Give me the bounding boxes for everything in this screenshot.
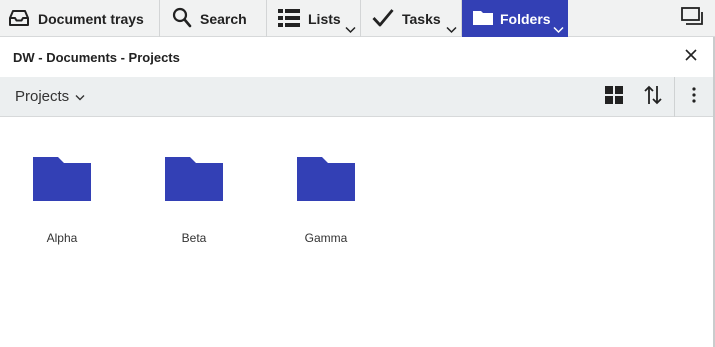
- close-icon: [685, 48, 697, 66]
- folder-item[interactable]: Alpha: [12, 155, 112, 255]
- folder-icon: [473, 10, 493, 26]
- sort-icon: [644, 85, 662, 110]
- chevron-down-icon[interactable]: [553, 26, 564, 34]
- folder-item[interactable]: Beta: [144, 155, 244, 255]
- chevron-down-icon: [75, 88, 85, 105]
- tab-label: Search: [200, 11, 247, 27]
- more-options-button[interactable]: [680, 83, 708, 111]
- toolbar-divider: [674, 77, 675, 117]
- tab-tasks[interactable]: Tasks: [361, 0, 462, 37]
- panel-title: DW - Documents - Projects: [13, 50, 180, 65]
- tray-icon: [9, 10, 29, 26]
- sort-button[interactable]: [639, 83, 667, 111]
- grid-view-icon: [605, 85, 623, 109]
- close-button[interactable]: [681, 47, 701, 67]
- tab-label: Document trays: [38, 11, 144, 27]
- grid-view-button[interactable]: [600, 83, 628, 111]
- tab-document-trays[interactable]: Document trays: [0, 0, 160, 37]
- folder-name: Beta: [181, 231, 207, 245]
- folder-item[interactable]: Gamma: [276, 155, 376, 255]
- tab-lists[interactable]: Lists: [267, 0, 361, 37]
- top-navigation-bar: Document trays Search Lists Tasks Folder…: [0, 0, 715, 37]
- chevron-down-icon[interactable]: [446, 26, 457, 34]
- list-icon: [278, 8, 300, 28]
- tab-label: Lists: [308, 11, 341, 27]
- search-icon: [172, 7, 192, 29]
- tab-folders[interactable]: Folders: [462, 0, 568, 37]
- view-select-label: Projects: [15, 88, 70, 105]
- panel-header: DW - Documents - Projects: [0, 37, 713, 77]
- folder-icon: [165, 157, 223, 201]
- folder-name: Gamma: [304, 231, 348, 245]
- tab-search[interactable]: Search: [160, 0, 267, 37]
- folder-grid: Alpha Beta Gamma: [0, 117, 713, 347]
- folder-view-dropdown[interactable]: Projects: [15, 88, 85, 105]
- folder-toolbar: Projects: [0, 77, 713, 117]
- tab-label: Tasks: [402, 11, 441, 27]
- more-vertical-icon: [692, 86, 696, 108]
- tab-label: Folders: [500, 11, 551, 27]
- checkmark-icon: [372, 8, 394, 28]
- folder-name: Alpha: [46, 231, 78, 245]
- folder-icon: [297, 157, 355, 201]
- chevron-down-icon[interactable]: [345, 26, 356, 34]
- window-restore-button[interactable]: [676, 5, 708, 32]
- window-restore-icon: [681, 7, 703, 30]
- folder-icon: [33, 157, 91, 201]
